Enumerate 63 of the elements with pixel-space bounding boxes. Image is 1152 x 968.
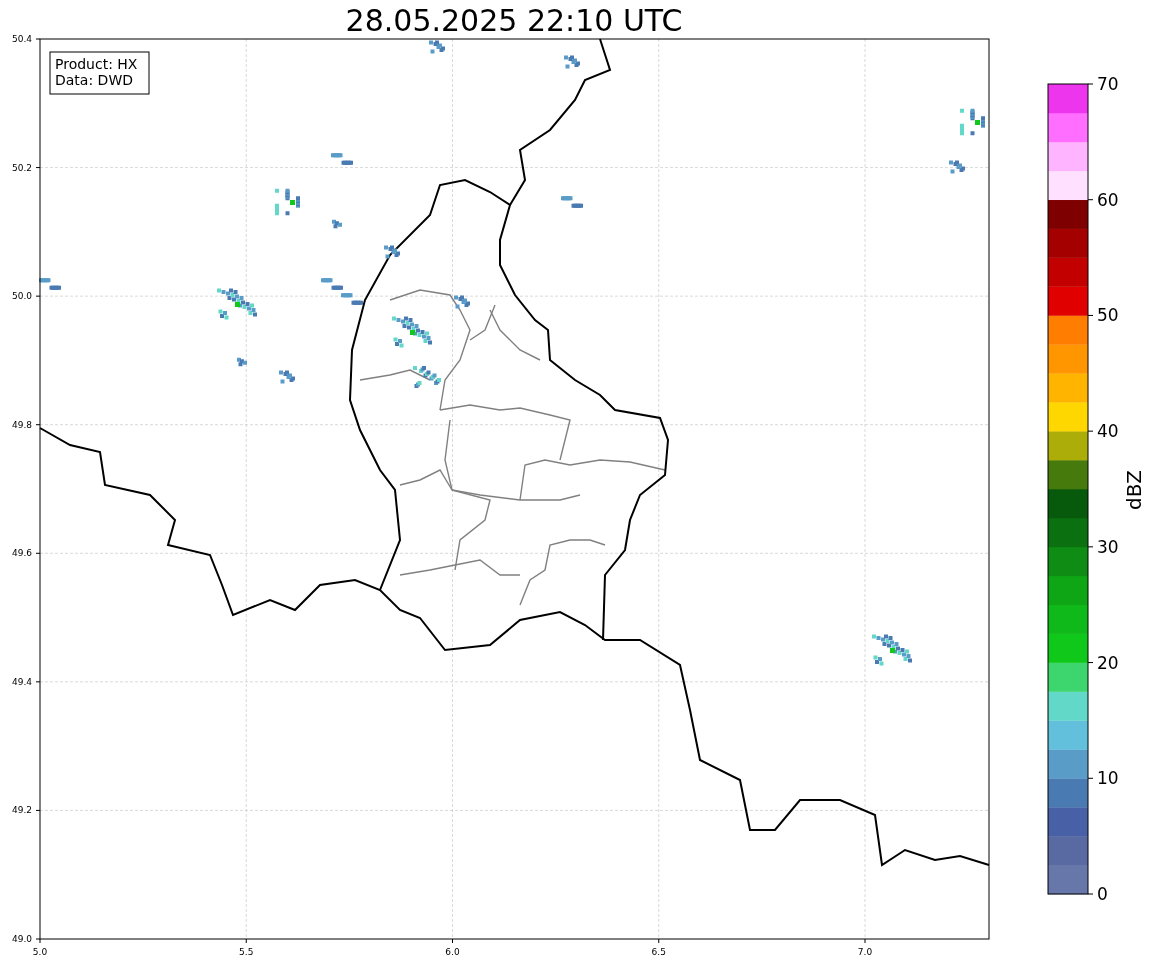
radar-echo	[331, 153, 353, 165]
tick-mark	[35, 295, 41, 297]
x-tick-label: 6.0	[445, 947, 460, 957]
tick-mark	[35, 552, 41, 554]
radar-echo	[39, 278, 61, 290]
y-tick-label: 50.0	[11, 291, 32, 302]
y-tick-label: 49.8	[11, 419, 32, 430]
radar-echo	[872, 634, 912, 666]
tick-mark	[1087, 893, 1094, 895]
info-text: Product: HX	[55, 56, 138, 72]
y-tick-label: 50.2	[11, 162, 32, 173]
radar-echo	[564, 55, 580, 69]
tick-mark	[1087, 199, 1094, 201]
colorbar-label: dBZ	[1122, 469, 1146, 511]
tick-mark	[1087, 314, 1094, 316]
colorbar-tick-label: 70	[1097, 74, 1119, 94]
colorbar-tick-label: 30	[1097, 536, 1119, 557]
y-tick-label: 50.4	[11, 34, 32, 44]
radar-echo	[321, 278, 343, 290]
tick-mark	[35, 167, 41, 169]
tick-mark	[864, 938, 866, 944]
x-tick-label: 5.0	[32, 947, 48, 957]
colorbar-tick-label: 50	[1097, 305, 1119, 326]
colorbar-tick-label: 40	[1097, 421, 1119, 442]
colorbar-tick-label: 0	[1097, 884, 1108, 904]
radar-echo	[384, 245, 400, 259]
tick-mark	[1087, 83, 1094, 85]
info-text: Data: DWD	[55, 72, 133, 88]
y-tick-label: 49.0	[11, 934, 32, 944]
tick-mark	[245, 938, 247, 944]
tick-mark	[1087, 662, 1094, 664]
y-tick-label: 49.4	[11, 676, 32, 687]
radar-echo	[413, 366, 441, 388]
tick-mark	[35, 681, 41, 683]
tick-mark	[1087, 430, 1094, 432]
tick-mark	[35, 424, 41, 426]
radar-echo	[454, 295, 470, 309]
radar-echo	[960, 108, 985, 136]
radar-echo	[429, 40, 445, 54]
radar-echo	[237, 357, 247, 367]
y-tick-label: 49.6	[11, 548, 32, 559]
colorbar-tick-label: 20	[1097, 652, 1119, 673]
tick-mark	[1087, 546, 1094, 548]
radar-echo	[279, 370, 295, 384]
radar-echo	[392, 316, 432, 348]
tick-mark	[452, 938, 453, 944]
y-tick-label: 49.2	[11, 805, 32, 816]
radar-echo	[949, 160, 965, 174]
radar-echo	[341, 293, 363, 305]
radar-echo	[275, 188, 300, 216]
colorbar-tick-label: 10	[1097, 768, 1119, 789]
tick-mark	[35, 809, 41, 811]
x-tick-label: 7.0	[857, 947, 873, 957]
chart-title: 28.05.2025 22:10 UTC	[345, 3, 683, 38]
tick-mark	[658, 938, 660, 944]
tick-mark	[1087, 777, 1094, 779]
radar-echo	[561, 196, 583, 208]
tick-mark	[35, 38, 41, 40]
colorbar-tick-label: 60	[1097, 189, 1119, 210]
x-tick-label: 6.5	[651, 947, 666, 957]
radar-echo	[332, 219, 342, 229]
radar-echo	[217, 288, 257, 320]
x-tick-label: 5.5	[239, 947, 254, 957]
